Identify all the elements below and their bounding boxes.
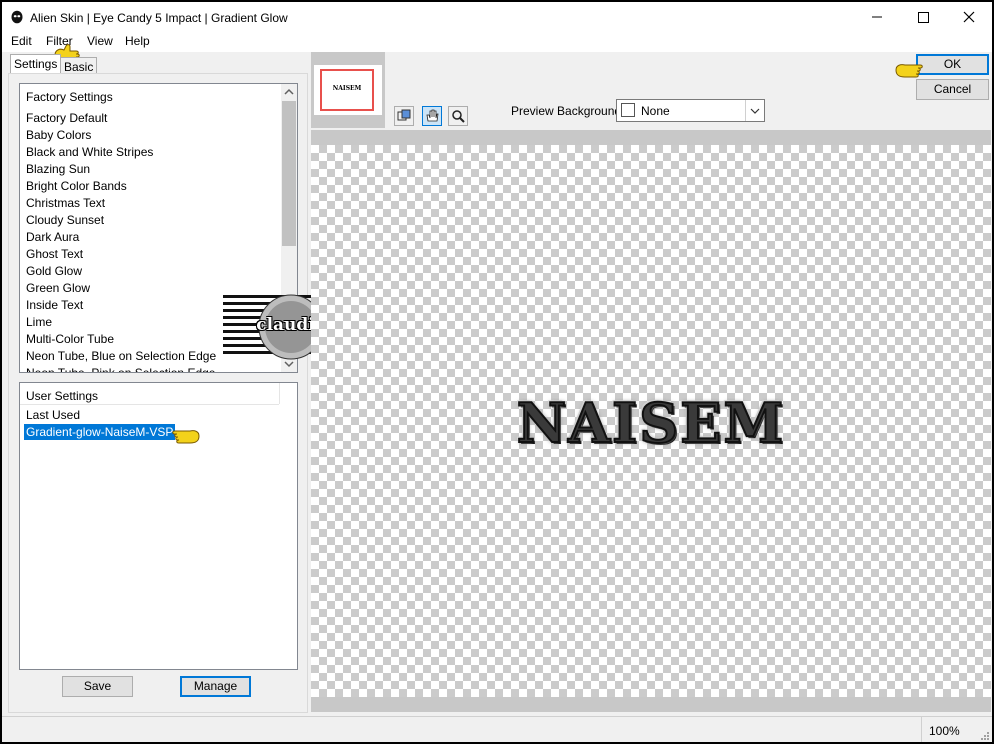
navigator-viewport-frame[interactable]: NAISEM — [320, 69, 374, 111]
title-bar: Alien Skin | Eye Candy 5 Impact | Gradie… — [2, 2, 992, 32]
maximize-icon — [918, 12, 929, 23]
factory-setting-item[interactable]: Neon Tube, Blue on Selection Edge — [26, 348, 216, 365]
hand-icon — [426, 109, 439, 122]
user-setting-label: Last Used — [26, 408, 81, 422]
factory-settings-items: Factory Default Baby Colors Black and Whit… — [26, 110, 216, 372]
preview-text-effect: NAISEM — [510, 391, 792, 455]
zoom-icon — [452, 110, 465, 123]
window-title: Alien Skin | Eye Candy 5 Impact | Gradie… — [30, 11, 288, 25]
close-icon — [963, 11, 975, 23]
navigator-thumbnail-text: NAISEM — [332, 85, 362, 92]
menu-help[interactable]: Help — [125, 34, 150, 48]
user-settings-list: User Settings Last Used Gradient-glow-Nai… — [19, 382, 298, 670]
manage-button[interactable]: Manage — [180, 676, 251, 697]
factory-settings-header: Factory Settings — [26, 90, 113, 104]
pointing-hand-icon — [172, 430, 200, 444]
pointing-hand-icon — [895, 64, 923, 78]
save-button[interactable]: Save — [62, 676, 133, 697]
factory-list-scroll-thumb[interactable] — [282, 101, 296, 246]
factory-setting-item[interactable]: Blazing Sun — [26, 161, 216, 178]
compare-tool-button[interactable] — [394, 106, 414, 126]
preview-canvas[interactable]: NAISEM — [311, 130, 991, 712]
factory-setting-item[interactable]: Lime — [26, 314, 216, 331]
preview-text: NAISEM — [516, 391, 786, 455]
maximize-button[interactable] — [900, 2, 946, 32]
user-setting-item[interactable]: Last Used — [26, 407, 175, 424]
factory-setting-item[interactable]: Bright Color Bands — [26, 178, 216, 195]
chevron-down-icon — [750, 108, 760, 114]
factory-setting-item[interactable]: Inside Text — [26, 297, 216, 314]
menu-bar: Edit Filter View Help — [2, 32, 992, 52]
factory-setting-item[interactable]: Baby Colors — [26, 127, 216, 144]
factory-setting-item[interactable]: Dark Aura — [26, 229, 216, 246]
preview-background-value: None — [641, 104, 670, 118]
factory-setting-item[interactable]: Cloudy Sunset — [26, 212, 216, 229]
minimize-button[interactable] — [854, 2, 900, 32]
hand-tool-button[interactable] — [422, 106, 442, 126]
color-swatch — [621, 103, 635, 117]
factory-setting-item[interactable]: Gold Glow — [26, 263, 216, 280]
zoom-tool-button[interactable] — [448, 106, 468, 126]
scroll-up-icon[interactable] — [281, 84, 297, 100]
user-setting-label: Gradient-glow-NaiseM-VSP — [24, 424, 176, 440]
user-setting-item[interactable]: Gradient-glow-NaiseM-VSP — [24, 424, 176, 441]
user-settings-items: Last Used Gradient-glow-NaiseM-VSP — [24, 407, 176, 441]
user-settings-header: User Settings — [26, 389, 99, 403]
preview-background-select[interactable]: None — [616, 99, 765, 122]
cancel-button[interactable]: Cancel — [916, 79, 989, 100]
factory-setting-item[interactable]: Factory Default — [26, 110, 216, 127]
compare-icon — [397, 109, 411, 121]
plugin-window: Alien Skin | Eye Candy 5 Impact | Gradie… — [2, 2, 992, 742]
factory-setting-item[interactable]: Ghost Text — [26, 246, 216, 263]
menu-edit[interactable]: Edit — [11, 34, 32, 48]
factory-setting-item[interactable]: Black and White Stripes — [26, 144, 216, 161]
app-icon — [11, 10, 23, 24]
factory-setting-item[interactable]: Multi-Color Tube — [26, 331, 216, 348]
status-bar: 100% — [2, 716, 992, 742]
menu-view[interactable]: View — [87, 34, 113, 48]
tab-settings[interactable]: Settings — [10, 54, 62, 73]
factory-setting-item[interactable]: Green Glow — [26, 280, 216, 297]
preview-background-label: Preview Background: — [511, 104, 625, 118]
minimize-icon — [872, 16, 882, 18]
preview-navigator[interactable]: NAISEM — [311, 52, 385, 128]
factory-setting-item[interactable]: Neon Tube, Pink on Selection Edge — [26, 365, 216, 372]
close-button[interactable] — [946, 2, 992, 32]
resize-grip-icon[interactable] — [978, 729, 990, 741]
factory-setting-item[interactable]: Christmas Text — [26, 195, 216, 212]
zoom-level: 100% — [929, 724, 960, 738]
